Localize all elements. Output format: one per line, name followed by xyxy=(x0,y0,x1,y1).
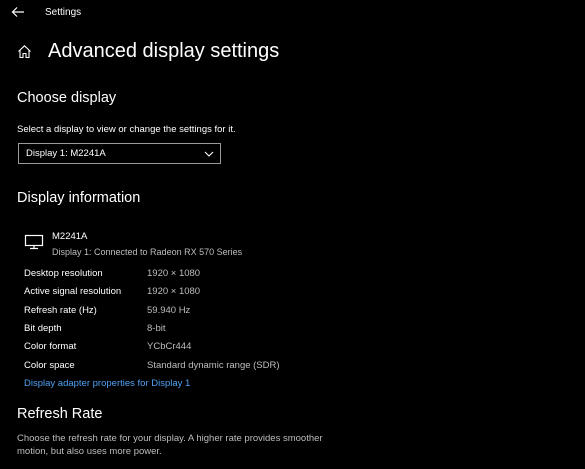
chevron-down-icon xyxy=(204,151,214,157)
display-adapter-properties-link[interactable]: Display adapter properties for Display 1 xyxy=(24,378,190,389)
page-title: Advanced display settings xyxy=(48,40,280,62)
monitor-icon xyxy=(24,234,44,250)
info-value: 1920 × 1080 xyxy=(147,268,201,279)
info-row-desktop-resolution: Desktop resolution 1920 × 1080 xyxy=(24,268,544,284)
back-button[interactable] xyxy=(10,5,26,19)
info-value: Standard dynamic range (SDR) xyxy=(147,360,280,371)
back-arrow-icon xyxy=(11,7,24,17)
info-row-refresh-rate: Refresh rate (Hz) 59.940 Hz xyxy=(24,305,544,321)
info-value: 59.940 Hz xyxy=(147,305,191,316)
monitor-name: M2241A xyxy=(52,231,88,242)
info-value: 8-bit xyxy=(147,323,166,334)
info-label: Active signal resolution xyxy=(24,286,122,297)
display-select-value: Display 1: M2241A xyxy=(26,148,106,159)
refresh-rate-description: Choose the refresh rate for your display… xyxy=(17,433,323,457)
app-title: Settings xyxy=(45,7,82,18)
info-label: Bit depth xyxy=(24,323,62,334)
choose-display-heading: Choose display xyxy=(17,90,117,106)
info-row-bit-depth: Bit depth 8-bit xyxy=(24,323,544,339)
info-label: Color space xyxy=(24,360,75,371)
info-label: Color format xyxy=(24,341,77,352)
refresh-rate-heading: Refresh Rate xyxy=(17,406,103,422)
info-label: Refresh rate (Hz) xyxy=(24,305,97,316)
info-label: Desktop resolution xyxy=(24,268,103,279)
display-select[interactable]: Display 1: M2241A xyxy=(18,143,221,164)
title-bar: Settings xyxy=(0,0,585,26)
choose-display-instruction: Select a display to view or change the s… xyxy=(17,124,236,135)
info-row-color-format: Color format YCbCr444 xyxy=(24,341,544,357)
info-row-color-space: Color space Standard dynamic range (SDR) xyxy=(24,360,544,376)
info-value: YCbCr444 xyxy=(147,341,192,352)
display-information-heading: Display information xyxy=(17,190,141,206)
home-icon xyxy=(18,45,31,59)
info-row-active-signal-resolution: Active signal resolution 1920 × 1080 xyxy=(24,286,544,302)
monitor-connection: Display 1: Connected to Radeon RX 570 Se… xyxy=(52,247,243,257)
info-value: 1920 × 1080 xyxy=(147,286,201,297)
